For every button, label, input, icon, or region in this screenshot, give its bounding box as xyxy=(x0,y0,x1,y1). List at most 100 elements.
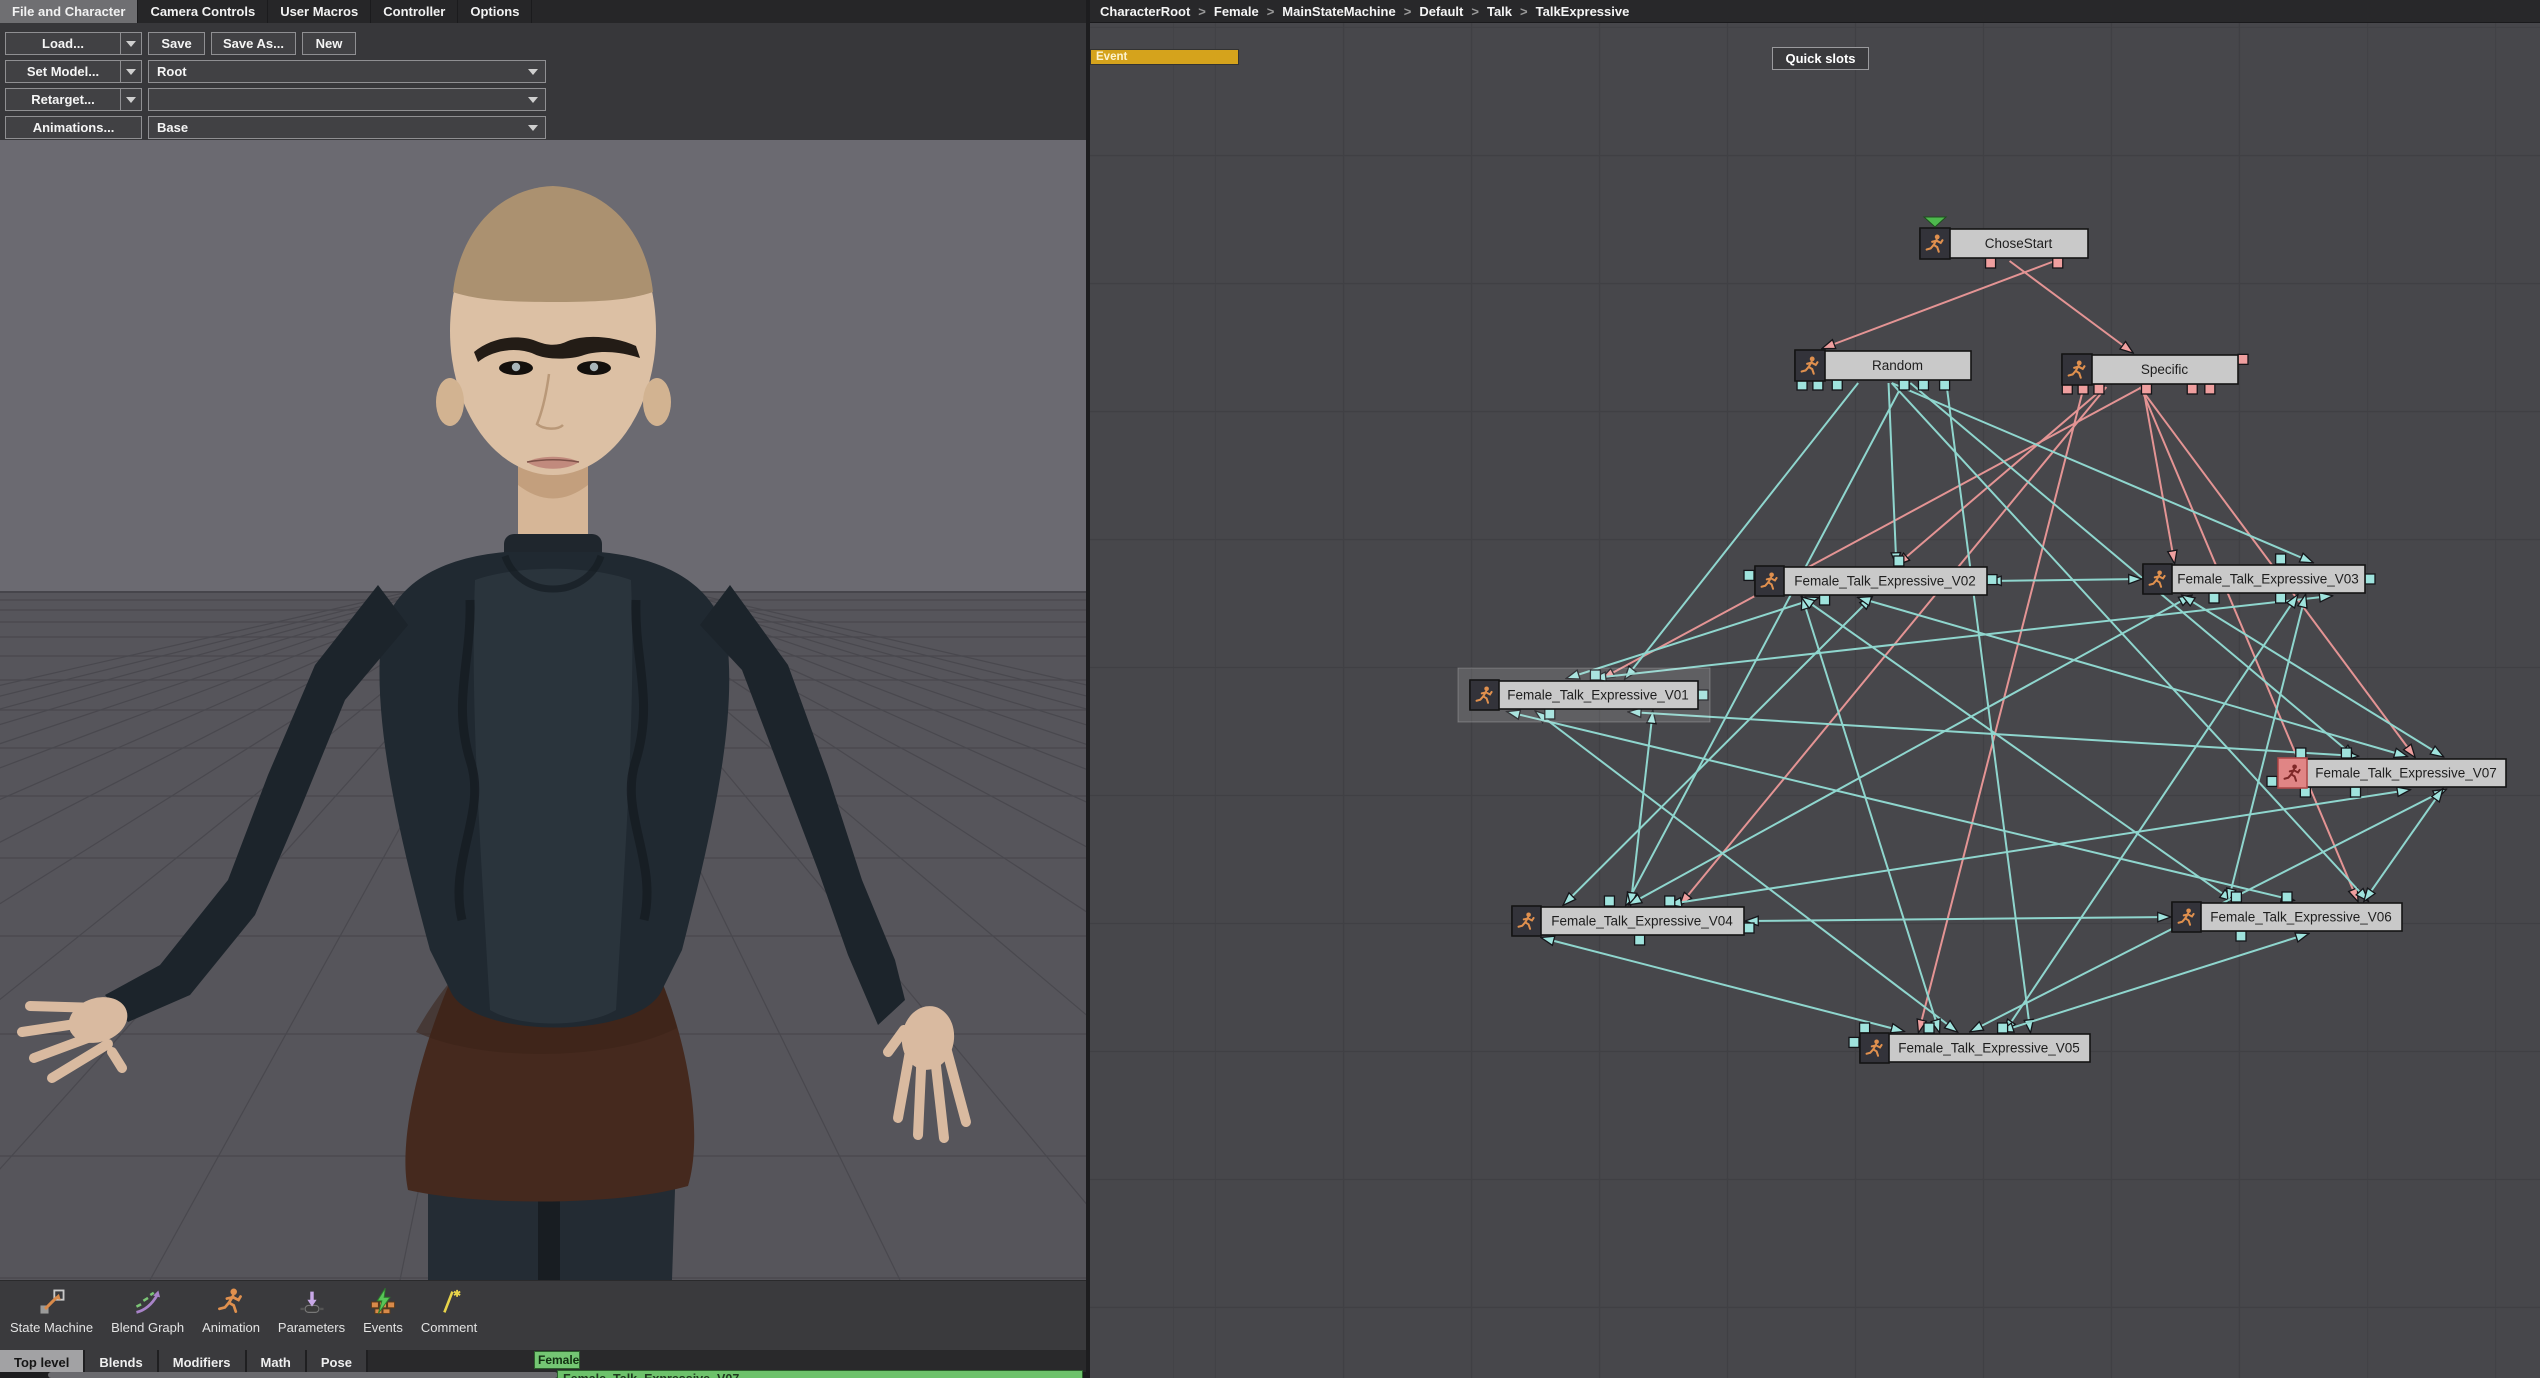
transition-port[interactable] xyxy=(1744,570,1754,580)
graph-node-V06[interactable]: Female_Talk_Expressive_V06 xyxy=(2172,902,2402,932)
transition-port[interactable] xyxy=(2187,384,2197,394)
transition-port[interactable] xyxy=(2236,931,2246,941)
transition-port[interactable] xyxy=(1987,575,1997,585)
transition-port[interactable] xyxy=(2209,593,2219,603)
graph-node-V05[interactable]: Female_Talk_Expressive_V05 xyxy=(1860,1033,2090,1063)
graph-node-V07[interactable]: Female_Talk_Expressive_V07 xyxy=(2278,758,2506,788)
transition-edge-V06-V07[interactable] xyxy=(2365,790,2442,900)
breadcrumb-item-talk[interactable]: Talk xyxy=(1463,4,1512,19)
palette-item-comment[interactable]: Comment xyxy=(421,1281,477,1335)
transition-edge-V01-V06[interactable] xyxy=(1508,712,2292,900)
transition-port[interactable] xyxy=(1635,935,1645,945)
palette-item-state-machine[interactable]: State Machine xyxy=(10,1281,93,1335)
transition-port[interactable] xyxy=(2282,892,2292,902)
graph-node-V01[interactable]: Female_Talk_Expressive_V01 xyxy=(1458,668,1710,722)
set-model-button[interactable]: Set Model... xyxy=(5,60,121,83)
transition-port[interactable] xyxy=(2238,354,2248,364)
tab-pose[interactable]: Pose xyxy=(307,1350,368,1374)
transition-port[interactable] xyxy=(1665,896,1675,906)
transition-port[interactable] xyxy=(2351,787,2361,797)
breadcrumb-item-mainstatemachine[interactable]: MainStateMachine xyxy=(1259,4,1396,19)
load-dropdown-button[interactable] xyxy=(121,32,142,55)
transition-port[interactable] xyxy=(1894,556,1904,566)
transition-port[interactable] xyxy=(2341,748,2351,758)
transition-port[interactable] xyxy=(1899,380,1909,390)
transition-edge-V01-V03[interactable] xyxy=(1595,596,2331,678)
quick-slots-button[interactable]: Quick slots xyxy=(1772,47,1869,70)
transition-port[interactable] xyxy=(1924,1023,1934,1033)
transition-port[interactable] xyxy=(1604,896,1614,906)
transition-port[interactable] xyxy=(2205,384,2215,394)
transition-edge-ChoseStart-Random[interactable] xyxy=(1824,261,2055,348)
tab-modifiers[interactable]: Modifiers xyxy=(159,1350,247,1374)
graph-node-Random[interactable]: Random xyxy=(1795,350,1971,381)
retarget-dropdown-button[interactable] xyxy=(121,88,142,111)
transition-port[interactable] xyxy=(2094,384,2104,394)
transition-port[interactable] xyxy=(1986,258,1996,268)
transition-port[interactable] xyxy=(1849,1037,1859,1047)
graph-node-V03[interactable]: Female_Talk_Expressive_V03 xyxy=(2143,564,2365,594)
3d-viewport[interactable]: Female Female_Talk_Expressive_V07 time s… xyxy=(0,140,1086,1280)
palette-item-animation[interactable]: Animation xyxy=(202,1281,260,1335)
breadcrumb-item-default[interactable]: Default xyxy=(1396,4,1464,19)
transition-port[interactable] xyxy=(2231,892,2241,902)
palette-item-blend-graph[interactable]: Blend Graph xyxy=(111,1281,184,1335)
palette-label: Animation xyxy=(202,1320,260,1335)
transition-edge-Random-V01[interactable] xyxy=(1626,383,1858,678)
save-button[interactable]: Save xyxy=(148,32,205,55)
transition-edge-Random-V06[interactable] xyxy=(1892,383,2368,900)
transition-edge-Specific-V05[interactable] xyxy=(1919,387,2084,1031)
transition-edge-V01-V02[interactable] xyxy=(1568,598,1817,678)
transition-edge-V02-V03[interactable] xyxy=(1990,579,2140,581)
transition-port[interactable] xyxy=(1998,1023,2008,1033)
menu-tab-user-macros[interactable]: User Macros xyxy=(268,0,371,23)
transition-port[interactable] xyxy=(1832,380,1842,390)
retarget-button[interactable]: Retarget... xyxy=(5,88,121,111)
transition-port[interactable] xyxy=(2365,574,2375,584)
transition-edge-Specific-V06[interactable] xyxy=(2141,387,2358,900)
menu-tab-camera-controls[interactable]: Camera Controls xyxy=(138,0,268,23)
new-button[interactable]: New xyxy=(302,32,356,55)
root-combo[interactable]: Root xyxy=(148,60,546,83)
menu-tab-controller[interactable]: Controller xyxy=(371,0,458,23)
scrollbar-thumb[interactable] xyxy=(48,1372,558,1378)
transition-port[interactable] xyxy=(1744,923,1754,933)
transition-port[interactable] xyxy=(2053,258,2063,268)
tab-math[interactable]: Math xyxy=(247,1350,307,1374)
retarget-combo[interactable] xyxy=(148,88,546,111)
transition-edge-ChoseStart-Specific[interactable] xyxy=(2010,261,2132,352)
animations-combo[interactable]: Base xyxy=(148,116,546,139)
transition-edge-V05-V06[interactable] xyxy=(2002,934,2307,1031)
graph-node-V04[interactable]: Female_Talk_Expressive_V04 xyxy=(1512,906,1744,936)
transition-edge-V04-V05[interactable] xyxy=(1543,938,1903,1031)
save-as-button[interactable]: Save As... xyxy=(211,32,296,55)
transition-port[interactable] xyxy=(2267,776,2277,786)
transition-port[interactable] xyxy=(2296,748,2306,758)
set-model-dropdown-button[interactable] xyxy=(121,60,142,83)
breadcrumb-item-talkexpressive[interactable]: TalkExpressive xyxy=(1512,4,1629,19)
graph-node-Specific[interactable]: Specific xyxy=(2062,354,2238,385)
transition-port[interactable] xyxy=(2141,384,2151,394)
transition-port[interactable] xyxy=(1820,595,1830,605)
animations-button[interactable]: Animations... xyxy=(5,116,142,139)
load-button[interactable]: Load... xyxy=(5,32,121,55)
transition-port[interactable] xyxy=(1918,380,1928,390)
transition-edge-Specific-V02[interactable] xyxy=(1898,387,2105,564)
breadcrumb-item-female[interactable]: Female xyxy=(1190,4,1258,19)
node-graph-canvas[interactable]: Event Quick slots xyxy=(1090,23,2540,1378)
graph-node-ChoseStart[interactable]: ChoseStart xyxy=(1920,217,2088,259)
menu-tab-options[interactable]: Options xyxy=(458,0,532,23)
graph-node-V02[interactable]: Female_Talk_Expressive_V02 xyxy=(1755,566,1987,596)
menu-tab-file-and-character[interactable]: File and Character xyxy=(0,0,138,23)
palette-item-events[interactable]: Events xyxy=(363,1281,403,1335)
breadcrumb-item-characterroot[interactable]: CharacterRoot xyxy=(1100,4,1190,19)
transition-edge-V04-V07[interactable] xyxy=(1670,790,2409,904)
transition-port[interactable] xyxy=(2276,593,2286,603)
transition-port[interactable] xyxy=(1940,380,1950,390)
palette-item-parameters[interactable]: Parameters xyxy=(278,1281,345,1335)
tab-blends[interactable]: Blends xyxy=(85,1350,158,1374)
transition-edge-Specific-V01[interactable] xyxy=(1603,387,2142,678)
transition-port[interactable] xyxy=(2276,554,2286,564)
transition-port[interactable] xyxy=(1860,1023,1870,1033)
tab-top-level[interactable]: Top level xyxy=(0,1350,85,1374)
